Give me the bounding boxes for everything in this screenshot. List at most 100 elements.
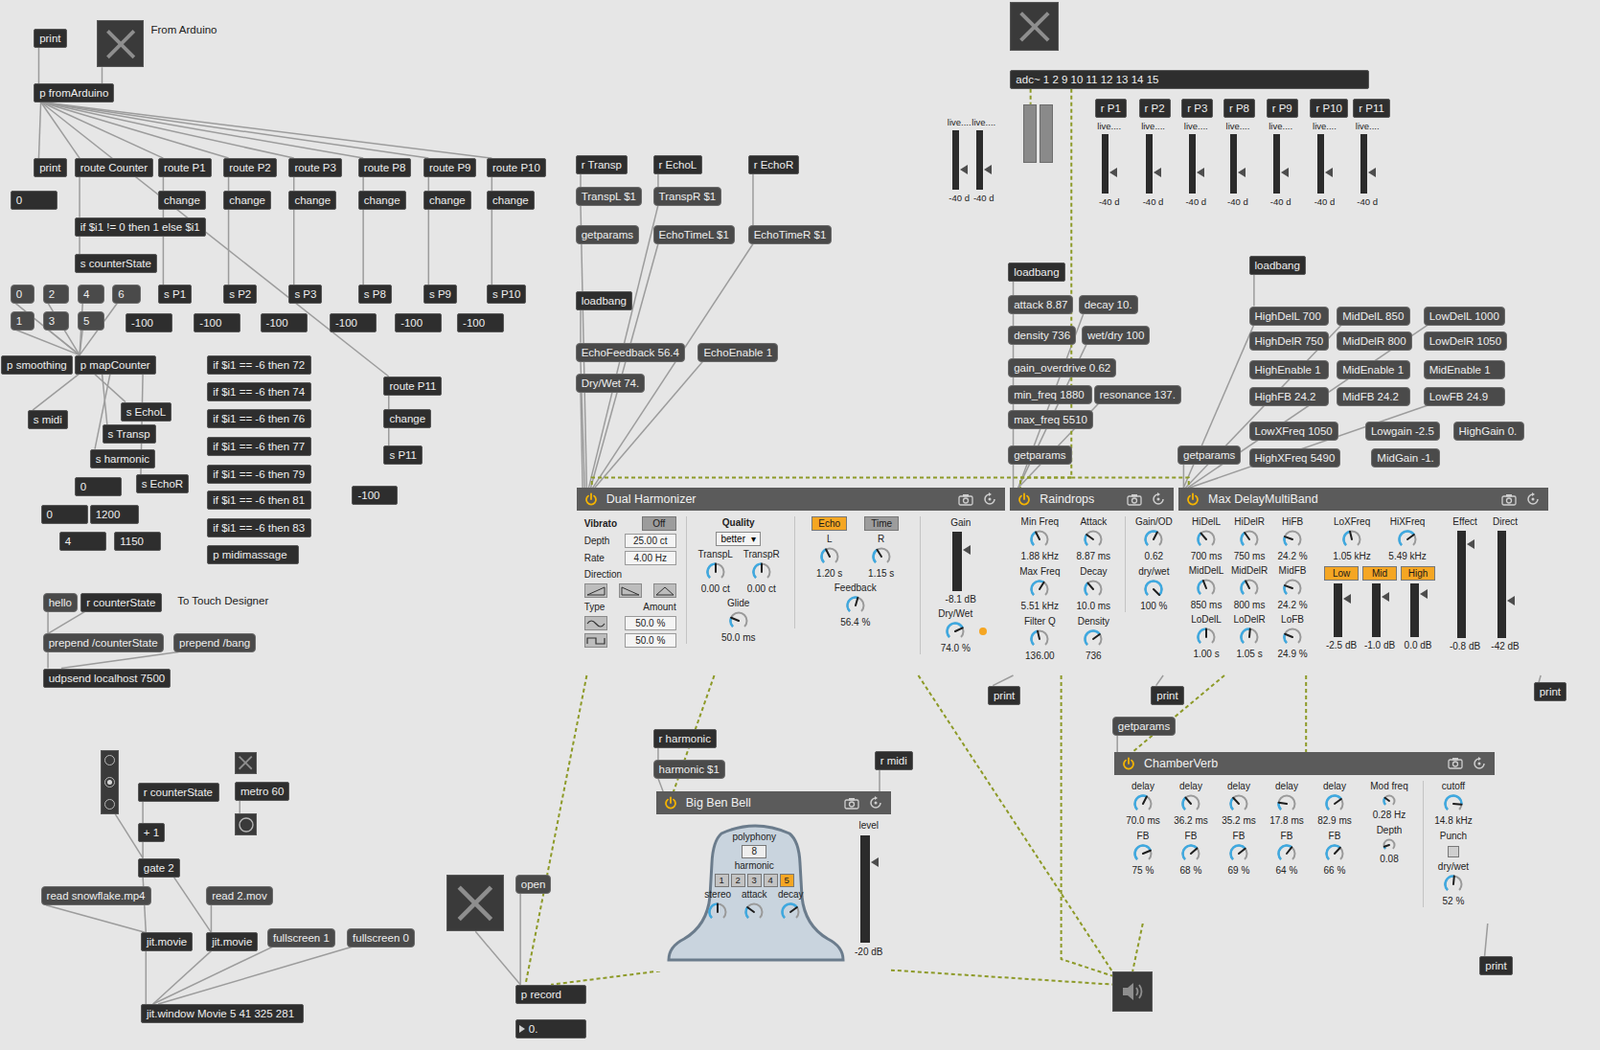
object-box[interactable]: if $i1 == -6 then 81 <box>206 490 312 510</box>
message-box[interactable]: getparams <box>1112 716 1176 736</box>
toggle[interactable] <box>1009 1 1059 51</box>
object-box[interactable]: udpsend localhost 7500 <box>43 668 172 688</box>
message-box[interactable]: resonance 137. <box>1094 385 1183 405</box>
level-slider[interactable] <box>1371 583 1381 638</box>
camera-icon[interactable] <box>958 493 974 506</box>
patch-cord[interactable] <box>293 208 296 285</box>
message-box[interactable]: TranspR $1 <box>653 186 723 206</box>
number-box[interactable]: 0 <box>41 504 89 525</box>
object-box[interactable]: r P3 <box>1181 98 1213 118</box>
live-gain[interactable]: live....-40 d <box>1266 120 1296 207</box>
object-box[interactable]: metro 60 <box>234 781 290 801</box>
radio-button[interactable] <box>104 754 115 766</box>
live-gain[interactable]: live....-40 d <box>944 116 974 204</box>
message-box[interactable]: HighDelR 750 <box>1249 331 1330 351</box>
patch-cord[interactable] <box>475 931 521 984</box>
slider-pointer[interactable] <box>1325 167 1333 178</box>
message-box[interactable]: HighEnable 1 <box>1249 360 1329 380</box>
patch-cord[interactable] <box>158 946 352 1005</box>
object-box[interactable]: jit.movie <box>205 932 258 952</box>
object-box[interactable]: r P9 <box>1266 98 1299 118</box>
patch-cord[interactable] <box>239 800 242 814</box>
patch-cord[interactable] <box>593 244 754 489</box>
audio-cord[interactable] <box>525 675 587 985</box>
message-box[interactable]: MidGain -1. <box>1371 448 1440 468</box>
audio-cord[interactable] <box>1132 923 1143 972</box>
mode-button[interactable]: Time <box>864 516 899 531</box>
power-icon[interactable] <box>1121 756 1136 771</box>
number-box[interactable]: -100 <box>260 313 308 333</box>
level-slider[interactable] <box>1317 134 1325 194</box>
knob[interactable]: delay17.8 ms <box>1265 780 1308 827</box>
knob-icon[interactable] <box>1324 793 1346 815</box>
amount-field[interactable]: 50.0 % <box>624 633 677 648</box>
number-box[interactable]: 1200 <box>90 504 139 525</box>
message-box[interactable]: attack 8.87 <box>1007 295 1074 315</box>
patch-cord[interactable] <box>162 176 165 191</box>
reset-icon[interactable] <box>982 491 998 507</box>
message-box[interactable]: 5 <box>77 311 105 331</box>
slider-pointer[interactable] <box>1280 167 1289 178</box>
live-gain[interactable]: live....-40 d <box>969 116 999 204</box>
knob-icon[interactable] <box>1324 843 1346 865</box>
object-box[interactable]: r EchoL <box>653 155 704 175</box>
knob[interactable]: HiDelL700 ms <box>1186 516 1227 563</box>
radio-button[interactable] <box>104 799 115 810</box>
object-box[interactable]: route P3 <box>288 158 342 178</box>
object-box[interactable]: s harmonic <box>90 449 156 469</box>
message-box[interactable]: fullscreen 0 <box>346 928 415 948</box>
device-header[interactable]: Max DelayMultiBand <box>1178 487 1549 511</box>
patch-cord[interactable] <box>61 652 179 669</box>
band-button[interactable]: Mid <box>1362 566 1397 581</box>
device-header[interactable]: Raindrops <box>1009 487 1173 511</box>
object-box[interactable]: loadbang <box>575 291 633 311</box>
patch-cord[interactable] <box>78 176 81 218</box>
patch-cord[interactable] <box>491 176 494 191</box>
object-box[interactable]: loadbang <box>1249 255 1306 275</box>
patch-cord[interactable] <box>388 427 390 446</box>
object-box[interactable]: change <box>358 190 407 210</box>
patch-cord[interactable] <box>428 176 431 191</box>
band-button[interactable]: High <box>1400 566 1436 581</box>
object-box[interactable]: loadbang <box>1007 262 1065 282</box>
message-box[interactable]: 6 <box>112 284 141 304</box>
knob[interactable]: decay <box>773 889 808 923</box>
slider-pointer[interactable] <box>1419 589 1428 599</box>
patch-cord[interactable] <box>41 102 389 377</box>
knob-icon[interactable] <box>1238 528 1260 550</box>
knob[interactable]: dry/wet52 % <box>1432 861 1475 908</box>
object-box[interactable]: change <box>288 190 337 210</box>
knob-icon[interactable] <box>1180 843 1202 865</box>
object-box[interactable]: jit.window Movie 5 41 325 281 <box>140 1004 304 1024</box>
level-slider[interactable] <box>1273 134 1280 194</box>
live-gain[interactable]: live....-40 d <box>1309 120 1339 207</box>
object-box[interactable]: change <box>423 190 472 210</box>
knob-icon[interactable] <box>1195 528 1217 550</box>
knob[interactable]: Decay10.0 ms <box>1071 566 1116 613</box>
object-box[interactable]: route Counter <box>74 158 154 178</box>
knob-icon[interactable] <box>705 561 727 583</box>
object-box[interactable]: print <box>1150 685 1184 706</box>
message-box[interactable]: getparams <box>1177 445 1241 465</box>
knob-icon[interactable] <box>743 901 765 923</box>
object-box[interactable]: r harmonic <box>653 729 717 749</box>
slider-pointer[interactable] <box>1237 167 1246 178</box>
object-box[interactable]: route P8 <box>358 158 412 178</box>
knob[interactable]: Density736 <box>1071 616 1116 663</box>
message-box[interactable]: EchoTimeR $1 <box>748 225 833 245</box>
knob-icon[interactable] <box>1142 528 1165 550</box>
knob-icon[interactable] <box>1442 793 1464 815</box>
slider-pointer[interactable] <box>1507 595 1515 606</box>
knob-icon[interactable] <box>944 620 966 642</box>
message-box[interactable]: MidEnable 1 <box>1423 360 1506 380</box>
object-box[interactable]: r P10 <box>1309 98 1349 118</box>
object-box[interactable]: r P8 <box>1223 98 1256 118</box>
knob[interactable]: MidFB24.2 % <box>1272 565 1313 612</box>
object-box[interactable]: route P9 <box>423 158 477 178</box>
message-box[interactable]: EchoTimeL $1 <box>653 225 735 245</box>
object-box[interactable]: r midi <box>874 751 914 771</box>
knob[interactable]: Gain/OD0.62 <box>1131 516 1176 563</box>
object-box[interactable]: print <box>1479 956 1512 976</box>
knob[interactable]: FB66 % <box>1313 830 1356 877</box>
message-box[interactable]: Lowgain -2.5 <box>1365 421 1440 441</box>
